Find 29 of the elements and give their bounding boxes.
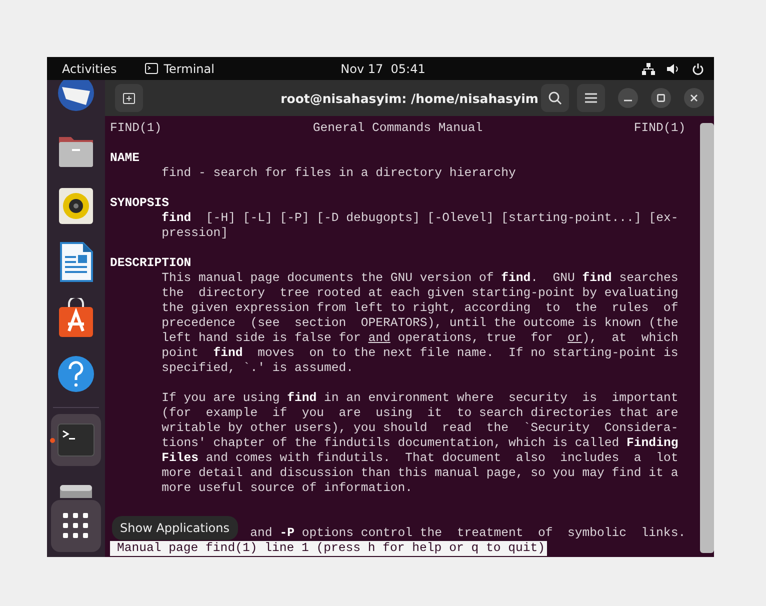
activities-button[interactable]: Activities xyxy=(62,62,117,76)
text-line: writable by other users), you should read the `Security Considera- xyxy=(162,421,678,435)
text-line: left hand side is false for and operations, true for or), at which xyxy=(162,331,678,345)
text-line: point find moves on to the next file name. If no starting-point is xyxy=(162,346,678,360)
man-header-left: FIND(1) xyxy=(110,121,162,136)
section-heading: NAME xyxy=(110,151,140,165)
section-heading: DESCRIPTION xyxy=(110,256,192,270)
text-line: more detail and discussion than this manual page, so you may find it a xyxy=(162,466,678,480)
text-line: tions' chapter of the findutils documentation, which is called Finding xyxy=(162,436,678,450)
section-heading: SYNOPSIS xyxy=(110,196,170,210)
text-line: find - search for files in a directory hierarchy xyxy=(162,166,516,180)
clock[interactable]: Nov 17 05:41 xyxy=(340,62,426,76)
app-menu[interactable]: Terminal xyxy=(164,62,214,76)
text-line: precedence (see section OPERATORS), until the outcome is known (the xyxy=(162,316,678,330)
text-line: and -P options control the treatment of symbolic links. xyxy=(250,526,686,540)
tooltip: Show Applications xyxy=(112,516,238,540)
text-line: the directory tree rooted at each given starting-point by evaluating xyxy=(162,286,678,300)
text-line: more useful source of information. xyxy=(162,481,413,495)
text-line: pression] xyxy=(162,226,228,240)
window-title: root@nisahasyim: /home/nisahasyim xyxy=(280,90,538,106)
text-line: Files and comes with findutils. That document also includes a lot xyxy=(162,451,678,465)
text-line: This manual page documents the GNU version of find. GNU find searches xyxy=(162,271,678,285)
text-line: find [-H] [-L] [-P] [-D debugopts] [-Olevel] [starting-point...] [ex- xyxy=(162,211,678,225)
text-line: If you are using find in an environment where security is important xyxy=(162,391,678,405)
man-header-right: FIND(1) xyxy=(634,121,686,136)
man-header-title: General Commands Manual xyxy=(312,121,483,136)
text-line: the given expression from left to right, according to the rules of xyxy=(162,301,678,315)
text-line: specified, `.' is assumed. xyxy=(162,361,354,375)
text-line: (for example if you are using it to search directories that are xyxy=(162,406,678,420)
